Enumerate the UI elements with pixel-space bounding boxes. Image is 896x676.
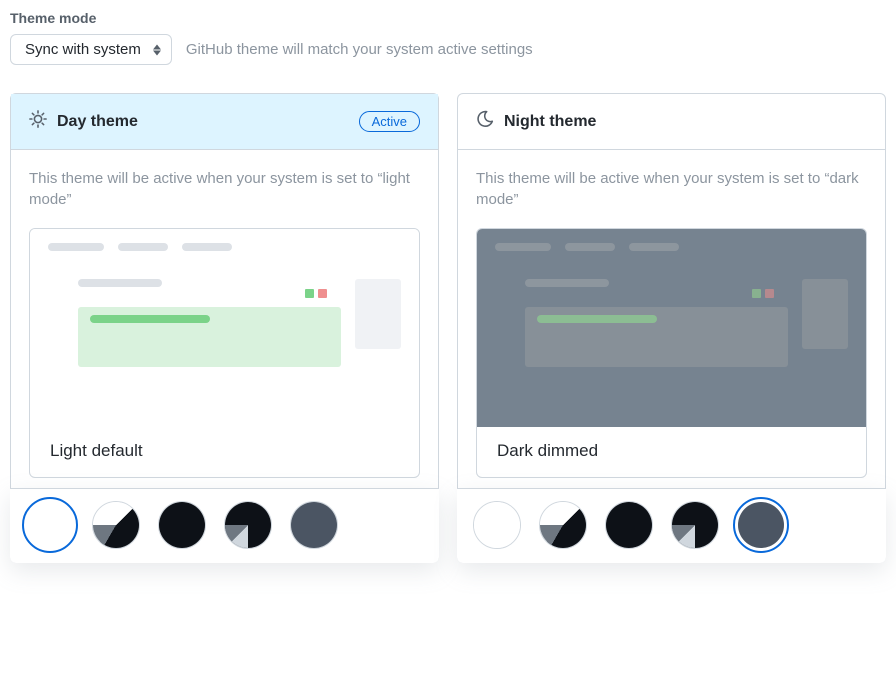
- swatch-dark-default[interactable]: [605, 501, 653, 549]
- night-card-description: This theme will be active when your syst…: [476, 168, 867, 210]
- day-theme-preview: Light default: [29, 228, 420, 478]
- night-card-header: Night theme: [458, 94, 885, 150]
- swatch-dark-default[interactable]: [158, 501, 206, 549]
- swatch-light-high-contrast[interactable]: [92, 501, 140, 549]
- select-caret-icon: [153, 44, 161, 55]
- theme-mode-row: Sync with system GitHub theme will match…: [10, 34, 886, 65]
- swatch-dark-dimmed[interactable]: [290, 501, 338, 549]
- swatch-dark-high-contrast[interactable]: [224, 501, 272, 549]
- moon-icon: [476, 110, 494, 133]
- night-card-title: Night theme: [504, 113, 867, 131]
- swatch-light-default[interactable]: [26, 501, 74, 549]
- swatch-dark-high-contrast[interactable]: [671, 501, 719, 549]
- theme-cards: Day theme Active This theme will be acti…: [10, 93, 886, 563]
- day-swatch-strip: [10, 488, 439, 563]
- day-card-description: This theme will be active when your syst…: [29, 168, 420, 210]
- theme-mode-label: Theme mode: [10, 10, 886, 26]
- theme-mode-select[interactable]: Sync with system: [10, 34, 172, 65]
- day-selected-theme-name: Light default: [30, 427, 419, 477]
- swatch-light-high-contrast[interactable]: [539, 501, 587, 549]
- swatch-dark-dimmed[interactable]: [737, 501, 785, 549]
- night-theme-preview: Dark dimmed: [476, 228, 867, 478]
- theme-mode-helper: GitHub theme will match your system acti…: [186, 41, 533, 58]
- night-selected-theme-name: Dark dimmed: [477, 427, 866, 477]
- theme-preview-image: [477, 229, 866, 427]
- night-swatch-strip: [457, 488, 886, 563]
- active-badge: Active: [359, 111, 420, 132]
- day-card-title: Day theme: [57, 113, 349, 131]
- theme-mode-select-value: Sync with system: [25, 41, 141, 58]
- day-theme-card: Day theme Active This theme will be acti…: [10, 93, 439, 563]
- day-card-header: Day theme Active: [11, 94, 438, 150]
- swatch-light-default[interactable]: [473, 501, 521, 549]
- night-card-body: This theme will be active when your syst…: [458, 150, 885, 488]
- day-card-body: This theme will be active when your syst…: [11, 150, 438, 488]
- night-theme-card: Night theme This theme will be active wh…: [457, 93, 886, 563]
- theme-preview-image: [30, 229, 419, 427]
- sun-icon: [29, 110, 47, 133]
